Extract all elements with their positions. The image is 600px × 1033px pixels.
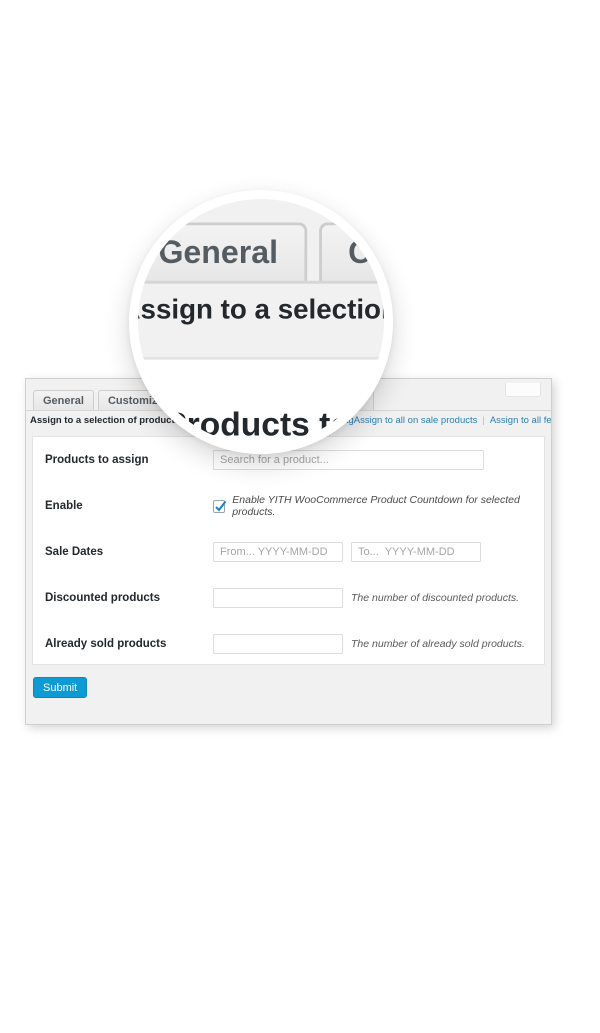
label-enable: Enable (45, 500, 83, 512)
tab-customization[interactable]: Customization (318, 222, 384, 284)
subnav-separator: | (482, 415, 485, 426)
magnified-admin-panel: General Customization Bulk Operations Ca… (138, 199, 384, 445)
checkmark-icon (215, 500, 227, 512)
discounted-products-input[interactable] (213, 588, 343, 608)
screen-options-tab[interactable] (505, 383, 541, 397)
row-already-sold-products: Already sold products The number of alre… (33, 621, 544, 667)
label-products-to-assign: Products to assign (164, 409, 384, 445)
enable-checkbox[interactable] (213, 499, 227, 513)
row-discounted-products: Discounted products The number of discou… (33, 575, 544, 621)
bulk-operations-form: Products to assign Enable Enable YITH Wo… (138, 356, 384, 445)
row-sale-dates: Sale Dates (33, 529, 544, 575)
settings-tabs: General Customization Bulk Operations Ca… (138, 222, 384, 284)
already-sold-products-input[interactable] (213, 634, 343, 654)
label-products-to-assign: Products to assign (45, 454, 149, 466)
subnav-assign-selection[interactable]: Assign to a selection of products (138, 295, 384, 327)
bulk-subnav-left: Assign to a selection of products | Assi… (138, 295, 384, 327)
enable-checkbox-wrap[interactable]: Enable YITH WooCommerce Product Countdow… (213, 494, 544, 518)
magnifier-loupe: General Customization Bulk Operations Ca… (129, 190, 393, 454)
field-discounted-products: The number of discounted products. (213, 588, 544, 608)
row-enable: Enable Enable YITH WooCommerce Product C… (33, 483, 544, 529)
bulk-subnav: Assign to a selection of products | Assi… (138, 284, 384, 339)
tab-general[interactable]: General (138, 222, 308, 284)
magnified-panel-copy: General Customization Bulk Operations Ca… (138, 199, 384, 445)
submit-button[interactable]: Submit (33, 677, 88, 698)
already-sold-products-description: The number of already sold products. (351, 638, 525, 650)
enable-description: Enable YITH WooCommerce Product Countdow… (232, 494, 520, 518)
label-already-sold-products: Already sold products (45, 638, 167, 650)
field-enable: Enable YITH WooCommerce Product Countdow… (213, 494, 544, 518)
field-already-sold-products: The number of already sold products. (213, 634, 544, 654)
tab-general[interactable]: General (33, 390, 94, 411)
subnav-assign-featured[interactable]: Assign to all featured products (490, 415, 551, 426)
label-discounted-products: Discounted products (45, 592, 161, 604)
discounted-products-description: The number of discounted products. (351, 592, 520, 604)
sale-date-from-input[interactable] (213, 542, 343, 562)
label-sale-dates: Sale Dates (45, 546, 104, 558)
row-products-to-assign: Products to assign (138, 360, 384, 445)
bulk-operations-form: Products to assign Enable Enable YITH Wo… (32, 436, 545, 665)
magnifier-lens: General Customization Bulk Operations Ca… (138, 199, 384, 445)
field-sale-dates (213, 542, 544, 562)
sale-date-to-input[interactable] (351, 542, 481, 562)
